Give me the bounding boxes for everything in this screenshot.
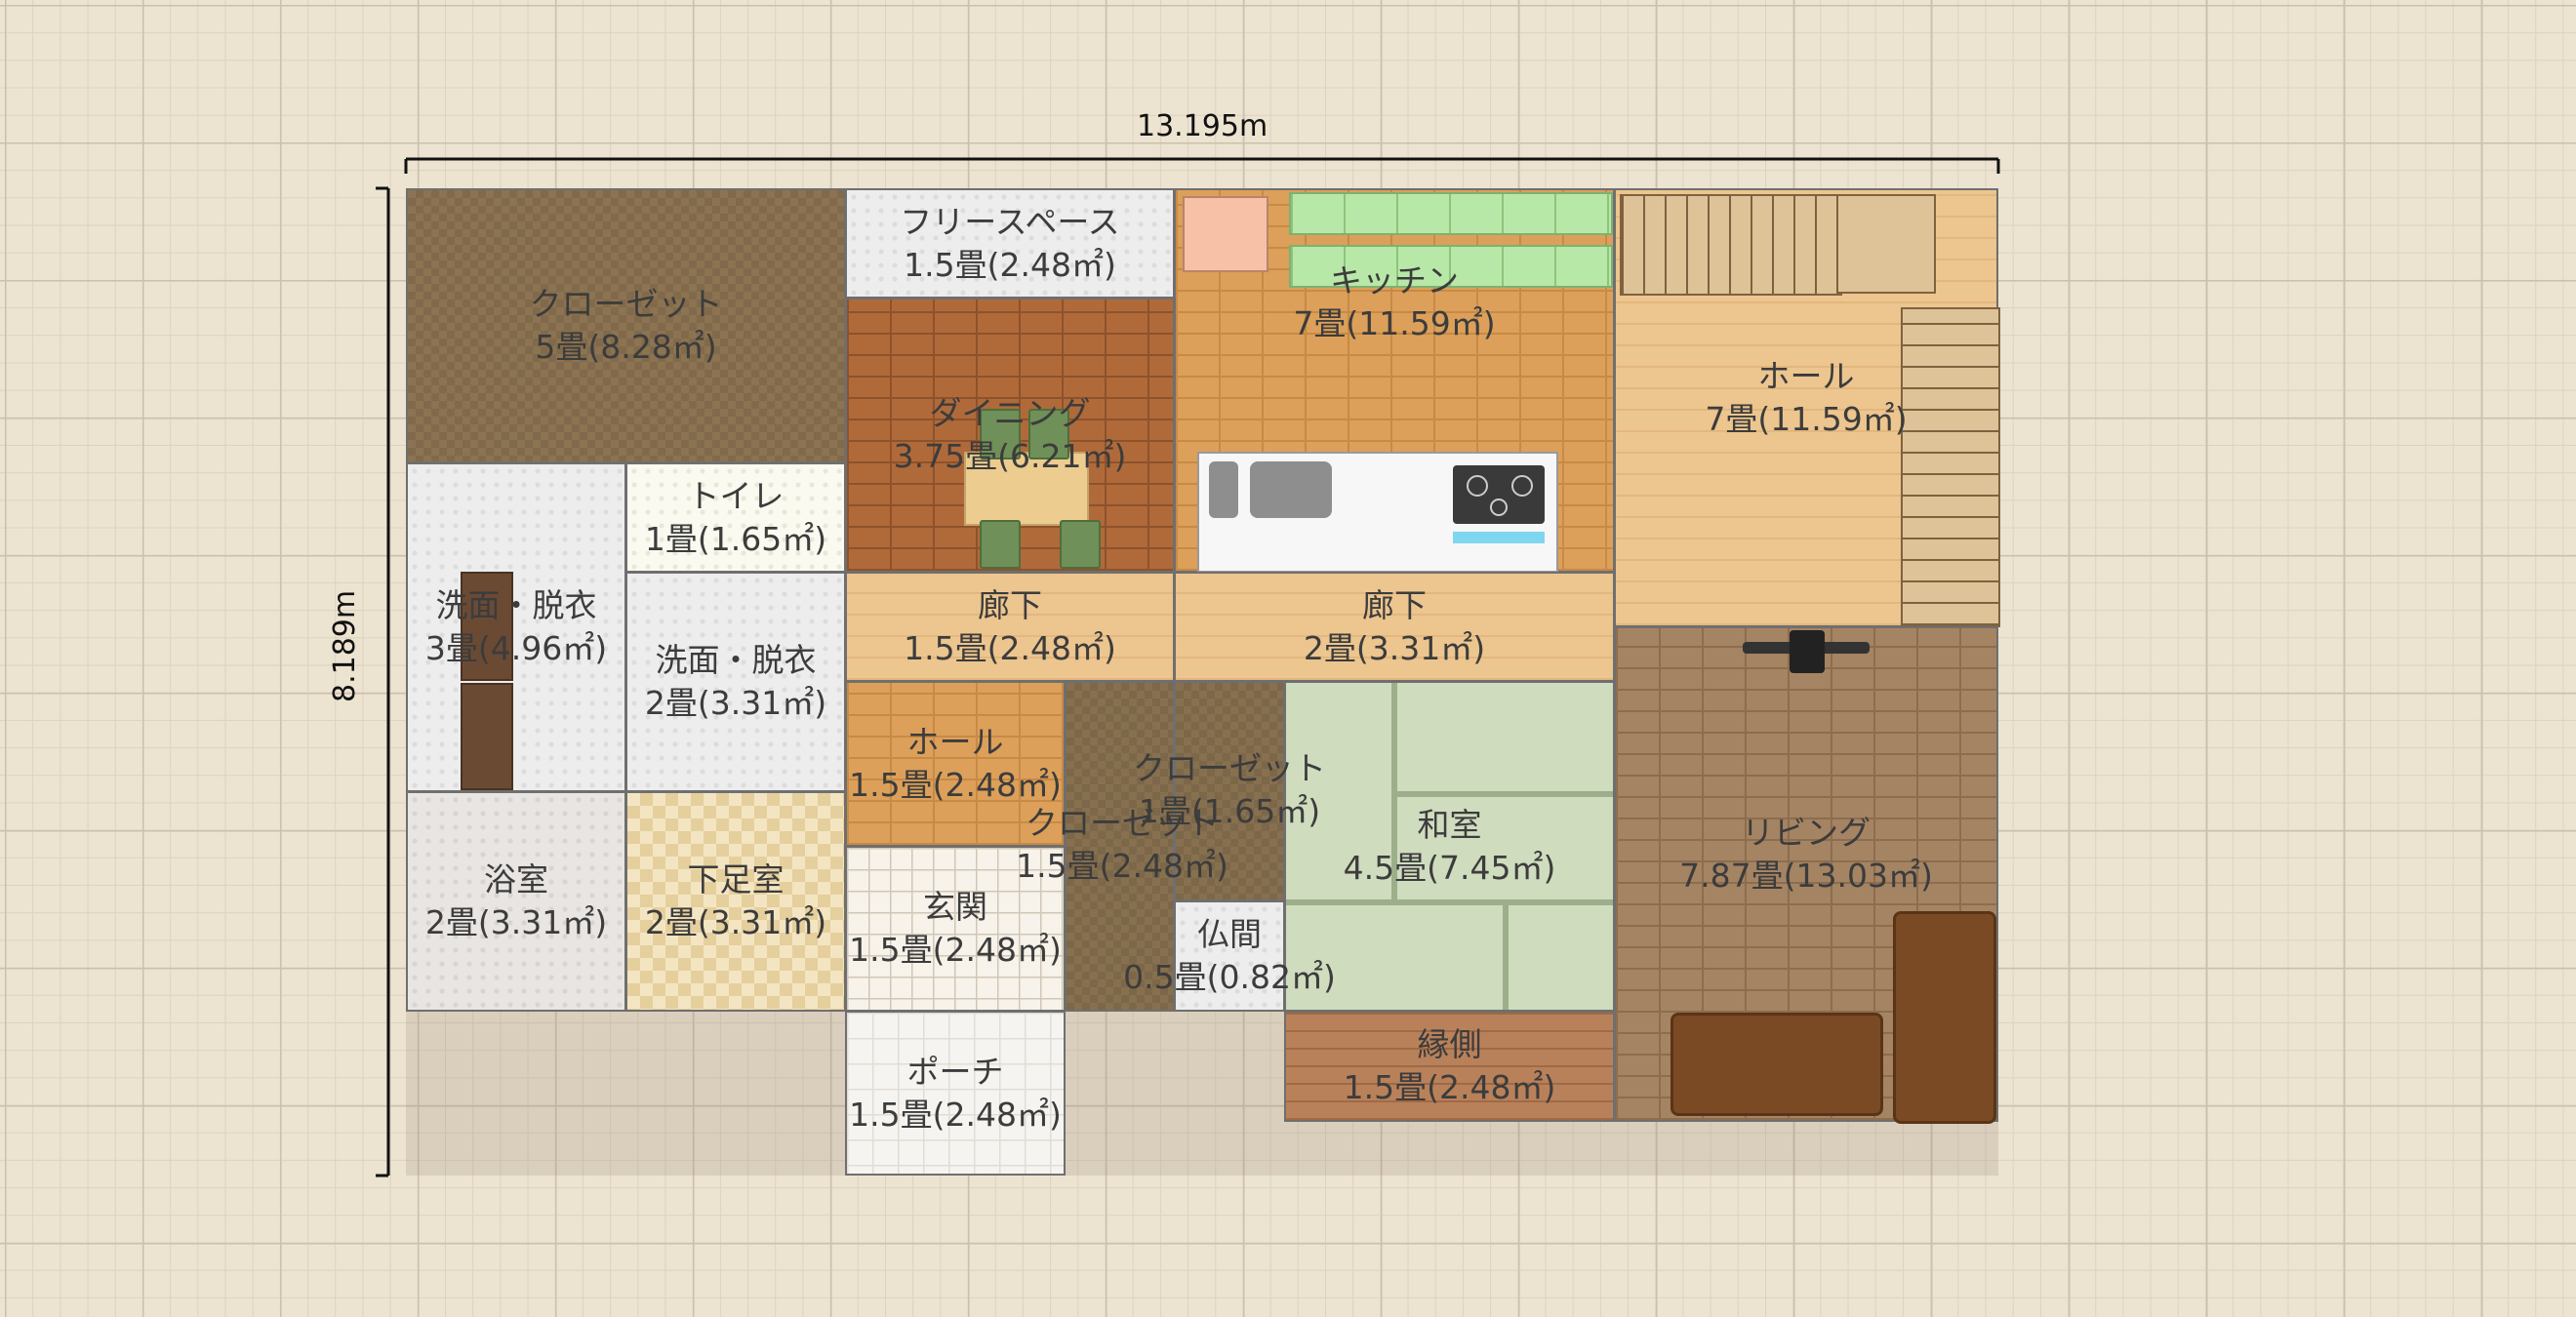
chair-icon (980, 520, 1021, 569)
stove-icon (1453, 465, 1545, 524)
room-name: フリースペース (900, 202, 1120, 241)
room-area: 2畳(3.31㎡) (644, 684, 827, 722)
room-area: 2畳(3.31㎡) (424, 903, 608, 941)
room-name: 玄関 (923, 888, 987, 926)
room-name: リビング (1741, 814, 1871, 852)
label-butsuma: 仏間 0.5畳(0.82㎡) (1112, 913, 1347, 999)
room-name: 仏間 (1197, 915, 1262, 953)
room-area: 1.5畳(2.48㎡) (904, 245, 1116, 284)
room-toilet[interactable]: トイレ 1畳(1.65㎡) (625, 462, 846, 573)
room-name: ホール (1757, 357, 1855, 395)
room-area: 3.75畳(6.21㎡) (893, 437, 1127, 475)
height-dimension-label: 8.189m (328, 589, 362, 702)
room-name: ホール (906, 723, 1004, 761)
room-area: 7畳(11.59㎡) (1293, 304, 1496, 342)
room-area: 2畳(3.31㎡) (1303, 628, 1486, 667)
sofa-icon (1670, 1013, 1883, 1116)
room-name: 洗面・脱衣 (435, 586, 597, 624)
room-dining[interactable]: ダイニング 3.75畳(6.21㎡) (845, 298, 1175, 573)
room-corridor-a[interactable]: 廊下 1.5畳(2.48㎡) (845, 572, 1175, 682)
room-area: 1.5畳(2.48㎡) (849, 766, 1062, 804)
room-area: 1.5畳(2.48㎡) (849, 1095, 1062, 1134)
room-name: 廊下 (1361, 585, 1427, 624)
tatami-border (1503, 899, 1509, 1010)
tatami-border (1391, 791, 1613, 797)
room-name: トイレ (687, 476, 785, 515)
room-area: 7.87畳(13.03㎡) (1679, 857, 1933, 895)
room-name: 縁側 (1417, 1025, 1482, 1063)
room-name: クローゼット (1133, 749, 1326, 787)
sofa-icon (1893, 911, 1996, 1124)
room-washroom-b[interactable]: 洗面・脱衣 2畳(3.31㎡) (625, 572, 846, 792)
kitchen-counter (1197, 452, 1558, 573)
room-name: クローゼット (1026, 804, 1219, 842)
width-dimension-label: 13.195m (1137, 109, 1268, 143)
cabinet-icon (1289, 192, 1613, 235)
tatami-border (1286, 899, 1613, 905)
room-area: 1畳(1.65㎡) (644, 519, 827, 558)
tv-icon (1790, 630, 1825, 673)
room-name: 和室 (1417, 805, 1482, 844)
room-name: 廊下 (978, 585, 1042, 624)
room-area: 3畳(4.96㎡) (424, 629, 608, 667)
staircase-landing-icon (1836, 194, 1936, 294)
room-name: ダイニング (929, 394, 1091, 432)
room-name: キッチン (1330, 261, 1459, 299)
room-hall-upper[interactable]: ホール 7畳(11.59㎡) (1614, 188, 2000, 627)
room-name: 洗面・脱衣 (655, 641, 817, 679)
room-name: ポーチ (906, 1052, 1004, 1091)
room-name: クローゼット (529, 285, 723, 323)
room-closet-big[interactable]: クローゼット 5畳(8.28㎡) (406, 188, 846, 463)
sink-icon (1250, 461, 1332, 518)
room-area: 0.5畳(0.82㎡) (1123, 958, 1336, 996)
room-engawa[interactable]: 縁側 1.5畳(2.48㎡) (1284, 1011, 1615, 1122)
room-area: 7畳(11.59㎡) (1705, 400, 1908, 438)
room-porch[interactable]: ポーチ 1.5畳(2.48㎡) (845, 1011, 1066, 1176)
room-area: 1.5畳(2.48㎡) (849, 931, 1062, 969)
room-name: 浴室 (483, 860, 548, 898)
room-name: 下足室 (687, 860, 785, 898)
sink-icon (1209, 461, 1238, 518)
shoe-cabinet-icon (461, 683, 513, 790)
room-bathroom[interactable]: 浴室 2畳(3.31㎡) (406, 791, 626, 1012)
room-geta[interactable]: 下足室 2畳(3.31㎡) (625, 791, 846, 1012)
room-area: 2畳(3.31㎡) (644, 903, 827, 941)
staircase-icon (1901, 307, 2000, 627)
room-area: 5畳(8.28㎡) (535, 328, 717, 366)
room-kitchen[interactable]: キッチン 7畳(11.59㎡) (1174, 188, 1615, 573)
chair-icon (1060, 520, 1101, 569)
room-free-space[interactable]: フリースペース 1.5畳(2.48㎡) (845, 188, 1175, 299)
room-area: 1.5畳(2.48㎡) (904, 628, 1116, 667)
room-living[interactable]: リビング 7.87畳(13.03㎡) (1614, 626, 1998, 1124)
room-area: 4.5畳(7.45㎡) (1343, 848, 1556, 887)
label-closet-mid: クローゼット 1.5畳(2.48㎡) (1005, 802, 1239, 888)
room-washroom-a[interactable]: 洗面・脱衣 3畳(4.96㎡) (406, 462, 626, 792)
room-area: 1.5畳(2.48㎡) (1016, 847, 1228, 885)
room-area: 1.5畳(2.48㎡) (1343, 1068, 1556, 1106)
staircase-icon (1620, 194, 1842, 296)
room-corridor-b[interactable]: 廊下 2畳(3.31㎡) (1174, 572, 1615, 682)
refrigerator-icon (1183, 196, 1268, 272)
